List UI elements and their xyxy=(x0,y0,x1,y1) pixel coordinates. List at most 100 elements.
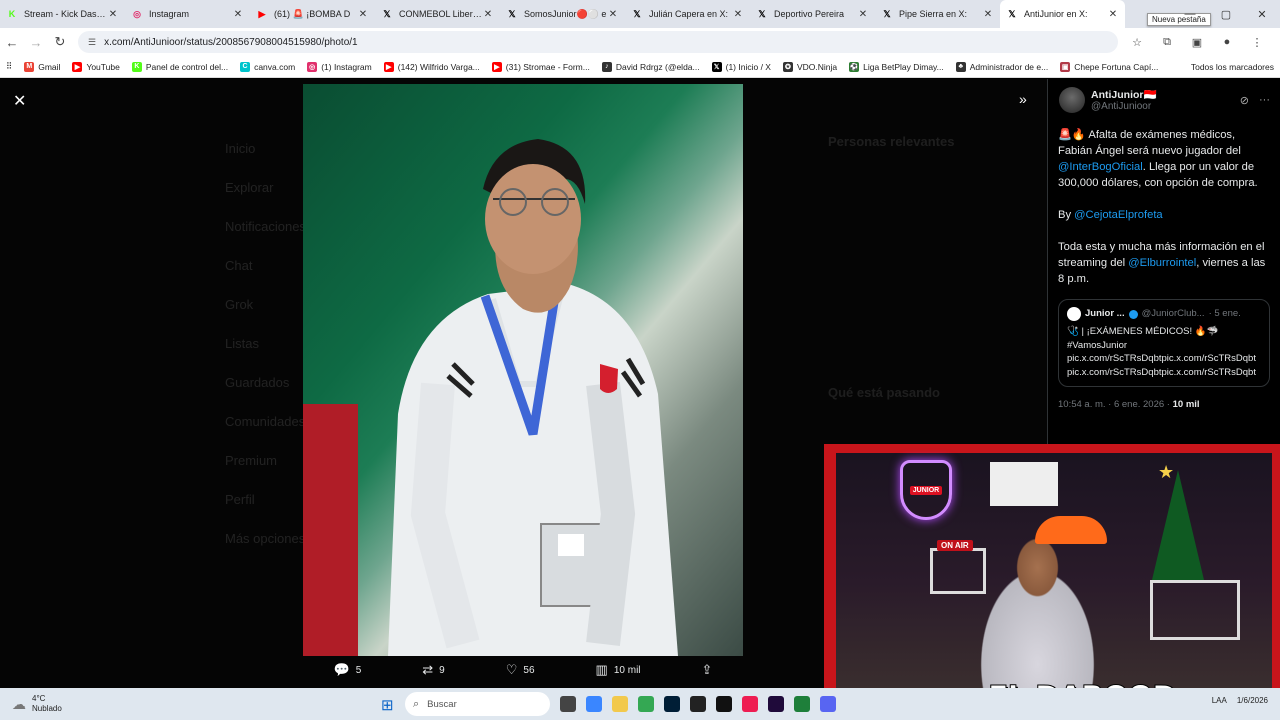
quoted-tweet[interactable]: Junior ... @JuniorClub... · 5 ene. 🩺 | ¡… xyxy=(1058,299,1270,387)
bookmark-item[interactable]: K Panel de control del... xyxy=(126,61,234,72)
tab-title: AntiJunior en X: xyxy=(1024,9,1088,19)
bookmark-favicon-icon: ▶ xyxy=(72,61,83,72)
language-indicator[interactable]: LAA xyxy=(1212,696,1227,705)
tweet-photo[interactable] xyxy=(303,84,743,656)
clock-date[interactable]: 1/6/2026 xyxy=(1237,696,1268,705)
browser-tab[interactable]: 𝕏 Pipe Sierra en X: ✕ xyxy=(875,0,1000,28)
background-sidebar: Personas relevantes Qué está pasando xyxy=(828,134,1038,400)
more-options-icon[interactable]: ··· xyxy=(1259,94,1270,107)
bookmark-item[interactable]: ✪ VDO.Ninja xyxy=(777,61,843,72)
background-nav-item: Comunidades xyxy=(225,414,306,429)
bookmark-item[interactable]: ♣ Administrador de e... xyxy=(950,61,1054,72)
file-explorer-icon[interactable] xyxy=(612,696,628,712)
close-tab-icon[interactable]: ✕ xyxy=(482,9,494,20)
bookmark-favicon-icon: 𝕏 xyxy=(711,61,722,72)
reload-icon[interactable]: ↻ xyxy=(48,34,72,50)
close-window-icon[interactable]: ✕ xyxy=(1244,8,1280,21)
bookmark-favicon-icon: ♪ xyxy=(601,61,612,72)
close-tab-icon[interactable]: ✕ xyxy=(107,9,119,20)
browser-tab[interactable]: 𝕏 CONMEBOL Libertad ✕ xyxy=(375,0,500,28)
bookmarks-bar: ⠿ M Gmail ▶ YouTube K Panel de control del...… xyxy=(0,56,1280,78)
weather-widget[interactable]: ☁ 4°C Nublado xyxy=(0,694,240,714)
tweet-emoji: 🚨🔥 xyxy=(1058,129,1086,141)
copilot-icon[interactable] xyxy=(586,696,602,712)
youtube-icon: ▶ xyxy=(258,8,266,19)
browser-tab[interactable]: 𝕏 SomosJunior🔴⚪ e ✕ xyxy=(500,0,625,28)
like-button[interactable]: ♡ 56 xyxy=(506,662,535,678)
author-name-text: AntiJunior xyxy=(1091,89,1144,101)
browser-tab[interactable]: 𝕏 Julián Capera en X: ✕ xyxy=(625,0,750,28)
bookmark-label: Administrador de e... xyxy=(969,61,1049,72)
mention-link[interactable]: @CejotaElprofeta xyxy=(1074,209,1162,221)
share-button[interactable]: ⇪ xyxy=(702,662,713,678)
author-name[interactable]: AntiJunior🇮🇩 xyxy=(1091,88,1157,101)
url-field[interactable]: ☰ x.com/AntiJunioor/status/2008567908004… xyxy=(78,31,1118,53)
browser-tab[interactable]: K Stream - Kick Dashbo ✕ xyxy=(0,0,125,28)
close-tab-icon[interactable]: ✕ xyxy=(732,9,744,20)
extensions-icon[interactable]: ⧉ xyxy=(1152,36,1182,49)
bookmark-item[interactable]: ◎ (1) Instagram xyxy=(301,61,378,72)
bookmark-item[interactable]: ▶ (142) Wilfrido Varga... xyxy=(378,61,486,72)
repost-button[interactable]: ⇄ 9 xyxy=(422,662,444,678)
background-nav: Inicio Explorar Notificaciones Chat Grok List… xyxy=(225,129,306,558)
streamer xyxy=(950,520,1125,690)
maximize-icon[interactable]: ▢ xyxy=(1208,8,1244,21)
close-tab-icon[interactable]: ✕ xyxy=(232,9,244,20)
bookmark-item[interactable]: ▶ (31) Stromae - Form... xyxy=(486,61,596,72)
background-nav-item: Chat xyxy=(225,258,253,273)
apps-grid-icon[interactable]: ⠿ xyxy=(0,61,18,72)
browser-tab[interactable]: ▶ (61) 🚨 ¡BOMBA D ✕ xyxy=(250,0,375,28)
bookmark-item[interactable]: ▶ YouTube xyxy=(66,61,125,72)
task-view-icon[interactable] xyxy=(560,696,576,712)
star-bookmark-icon[interactable]: ☆ xyxy=(1122,36,1152,49)
bookmark-label: (142) Wilfrido Varga... xyxy=(397,61,480,72)
back-icon[interactable]: ← xyxy=(0,35,24,50)
photoshop-icon[interactable] xyxy=(664,696,680,712)
bookmark-label: Chepe Fortuna Capí... xyxy=(1074,61,1159,72)
app-icon[interactable] xyxy=(716,696,732,712)
mention-link[interactable]: @Elburrointel xyxy=(1128,257,1196,269)
player-photo-illustration xyxy=(303,139,678,656)
sidebar-icon[interactable]: ▣ xyxy=(1182,36,1212,49)
close-viewer-icon[interactable]: ✕ xyxy=(13,91,26,111)
close-tab-icon[interactable]: ✕ xyxy=(1107,9,1119,20)
background-nav-item: Explorar xyxy=(225,180,274,195)
windows-start-icon[interactable]: ⊞ xyxy=(381,696,394,714)
bookmark-item[interactable]: ♪ David Rdrgz (@elda... xyxy=(596,61,706,72)
author-handle[interactable]: @AntiJunioor xyxy=(1091,101,1157,112)
minimize-icon[interactable]: — xyxy=(1172,8,1208,20)
taskbar-search[interactable]: ⌕ Buscar xyxy=(405,692,550,716)
avatar[interactable] xyxy=(1059,87,1085,113)
bookmark-item[interactable]: Ccanva.com xyxy=(234,61,301,72)
reply-button[interactable]: 💬 5 xyxy=(334,662,362,678)
grok-icon[interactable]: ⊘ xyxy=(1240,94,1249,107)
site-info-icon[interactable]: ☰ xyxy=(88,37,96,48)
browser-tab[interactable]: 𝕏 Deportivo Pereira ✕ xyxy=(750,0,875,28)
discord-icon[interactable] xyxy=(820,696,836,712)
after-effects-icon[interactable] xyxy=(768,696,784,712)
close-tab-icon[interactable]: ✕ xyxy=(982,9,994,20)
bookmark-item[interactable]: M Gmail xyxy=(18,61,66,72)
bookmark-item[interactable]: ▣ Chepe Fortuna Capí... xyxy=(1054,61,1164,72)
close-tab-icon[interactable]: ✕ xyxy=(607,9,619,20)
browser-tab[interactable]: ◎ Instagram ✕ xyxy=(125,0,250,28)
chrome-icon[interactable] xyxy=(638,696,654,712)
tweet-author: AntiJunior🇮🇩 @AntiJunioor ⊘ ··· xyxy=(1059,87,1270,113)
close-tab-icon[interactable]: ✕ xyxy=(857,9,869,20)
obs-icon[interactable] xyxy=(690,696,706,712)
taskbar-apps xyxy=(560,696,836,712)
close-tab-icon[interactable]: ✕ xyxy=(357,9,369,20)
menu-icon[interactable]: ⋮ xyxy=(1242,36,1272,49)
tiktok-icon[interactable] xyxy=(742,696,758,712)
tweet-paragraph-2: By @CejotaElprofeta xyxy=(1058,207,1270,223)
mention-link[interactable]: @InterBogOficial xyxy=(1058,161,1143,173)
bookmark-item[interactable]: 𝕏 (1) Inicio / X xyxy=(706,61,777,72)
profile-icon[interactable]: ● xyxy=(1212,36,1242,49)
bookmarks-folder[interactable]: Todos los marcadores xyxy=(1185,62,1280,72)
views-button[interactable]: ▥ 10 mil xyxy=(596,662,641,678)
app-icon-2[interactable] xyxy=(794,696,810,712)
collapse-panel-icon[interactable]: » xyxy=(1019,91,1027,107)
browser-tab[interactable]: 𝕏 AntiJunior en X: ✕ xyxy=(1000,0,1125,28)
bookmark-item[interactable]: ⚽ Liga BetPlay Dimay... xyxy=(843,61,950,72)
forward-icon[interactable]: → xyxy=(24,35,48,50)
